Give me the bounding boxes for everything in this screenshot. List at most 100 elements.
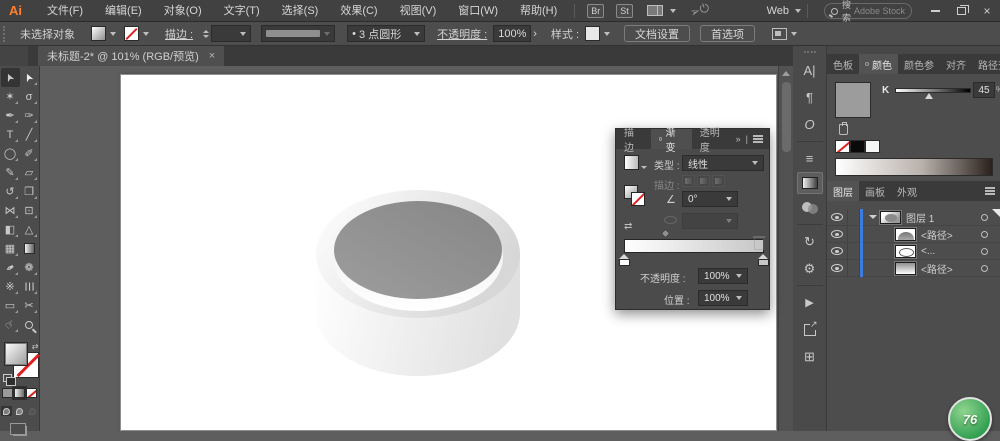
document-setup-button[interactable]: 文档设置 [624,25,690,42]
document-tab[interactable]: 未标题-2* @ 101% (RGB/预览) × [38,46,224,66]
visibility-toggle[interactable] [827,243,848,260]
layer-row[interactable]: 图层 1 [827,209,1000,226]
menu-object[interactable]: 对象(O) [153,0,213,22]
opentype-panel-icon[interactable]: O [797,111,823,138]
opacity-input[interactable]: 100% [493,25,531,42]
opacity-link[interactable]: 不透明度 : [437,26,487,42]
pencil-tool[interactable]: ✎ [1,163,20,182]
target-circle-icon[interactable] [981,231,988,238]
search-input[interactable]: 搜索 Adobe Stock [824,3,912,19]
lock-toggle[interactable] [848,209,860,226]
tab-artboards[interactable]: 画板 [859,181,891,201]
path-name[interactable]: <路径> [921,261,953,276]
selection-tool[interactable]: ➤ [1,68,20,87]
close-button[interactable]: × [974,0,1000,22]
k-slider-handle[interactable] [925,93,933,99]
gradient-thumbnail[interactable] [624,155,639,170]
gradient-stop-start[interactable] [619,254,630,266]
transparency-panel-icon[interactable] [797,194,823,221]
visibility-toggle[interactable] [827,209,848,226]
default-fill-stroke-icon[interactable] [3,374,12,382]
artboard-tool[interactable]: ▭ [1,296,20,315]
none-button[interactable] [26,388,37,398]
path-row[interactable]: <... [827,243,1000,260]
angle-select[interactable]: 0° [682,191,738,207]
white-swatch[interactable] [865,140,880,153]
tab-swatches[interactable]: 色板 [827,54,859,74]
brush-select[interactable]: • 3 点圆形 [347,25,425,42]
drag-handle[interactable] [804,51,816,53]
lasso-tool[interactable]: σ [20,87,39,106]
menu-select[interactable]: 选择(S) [271,0,330,22]
screen-mode-button[interactable] [13,426,27,436]
perspective-grid-tool[interactable]: △ [20,220,39,239]
bridge-icon[interactable]: Br [587,4,604,18]
vertical-scrollbar[interactable] [778,66,793,431]
mesh-tool[interactable]: ▦ [1,239,20,258]
panel-menu-icon[interactable] [753,138,763,140]
target-circle-icon[interactable] [981,248,988,255]
chevron-down-icon[interactable] [110,32,116,36]
character-panel-icon[interactable]: A| [797,57,823,84]
path-name[interactable]: <... [921,246,935,257]
fill-swatch[interactable] [91,26,106,41]
path-row[interactable]: <路径> [827,226,1000,243]
hand-tool[interactable]: ☞ [1,315,20,334]
minimize-button[interactable] [922,0,948,22]
draw-behind-mode[interactable] [14,406,25,416]
mini-stroke-none[interactable] [631,192,645,206]
gradient-type-select[interactable]: 线性 [682,155,764,171]
k-slider-track[interactable] [895,88,971,93]
gradient-stop-end[interactable] [758,254,769,266]
workspace-layout-icon[interactable] [647,5,663,16]
eyedropper-tool[interactable]: ✒ [1,258,20,277]
stop-opacity-select[interactable]: 100% [698,268,748,284]
mini-fill-stroke[interactable] [624,185,648,209]
workspace-switcher[interactable]: Web [767,5,789,17]
pen-tool[interactable]: ✒ [1,106,20,125]
color-button[interactable] [2,388,13,398]
restore-button[interactable] [948,0,974,22]
slice-tool[interactable]: ✂ [20,296,39,315]
gradient-button[interactable] [14,388,25,398]
stroke-link[interactable]: 描边 : [165,26,193,42]
gradient-panel[interactable]: 描边 渐变 透明度 » | 类型 : 线性 描边 : [615,128,770,310]
tab-appearance[interactable]: 外观 [891,181,923,201]
share-screen-icon[interactable]: ➢⏻ [688,0,711,21]
gradient-midpoint-marker[interactable] [661,229,671,239]
tab-transparency[interactable]: 透明度 [692,129,736,149]
tab-color-guide[interactable]: 颜色参 [898,54,940,74]
visibility-toggle[interactable] [827,260,848,277]
actions-panel-icon[interactable]: ▶ [797,289,823,316]
gradient-tool[interactable] [20,239,39,258]
menu-window[interactable]: 窗口(W) [447,0,509,22]
k-value-input[interactable]: 45 [973,82,995,98]
tab-close-icon[interactable]: × [209,50,215,62]
arrange-icon[interactable] [772,28,787,40]
type-tool[interactable]: T [1,125,20,144]
black-swatch[interactable] [850,140,865,153]
symbols-panel-icon[interactable]: ↻ [797,228,823,255]
draw-normal-mode[interactable] [1,406,12,416]
export-panel-icon[interactable]: ↗ [797,316,823,343]
stroke-weight-stepper[interactable] [203,29,209,39]
symbol-sprayer-tool[interactable]: ※ [1,277,20,296]
color-spectrum-ramp[interactable] [835,158,993,176]
panel-menu-icon[interactable] [985,190,995,192]
menu-edit[interactable]: 编辑(E) [94,0,153,22]
free-transform-tool[interactable]: ⊡ [20,201,39,220]
paragraph-panel-icon[interactable]: ¶ [797,84,823,111]
chevron-down-icon[interactable] [604,32,610,36]
reverse-gradient-icon[interactable]: ⇄ [624,221,632,232]
stop-location-select[interactable]: 100% [698,290,748,306]
swap-fill-stroke-icon[interactable]: ⇄ [32,342,39,351]
chevron-down-icon[interactable] [143,32,149,36]
eraser-tool[interactable]: ▱ [20,163,39,182]
lock-toggle[interactable] [848,226,860,243]
collapse-panel-icon[interactable]: » [736,134,741,144]
column-graph-tool[interactable]: ☰ [20,277,39,296]
rotate-tool[interactable]: ↺ [1,182,20,201]
path-row[interactable]: <路径> [827,260,1000,277]
menu-effect[interactable]: 效果(C) [329,0,388,22]
artboards-panel-icon[interactable]: ⊞ [797,343,823,370]
